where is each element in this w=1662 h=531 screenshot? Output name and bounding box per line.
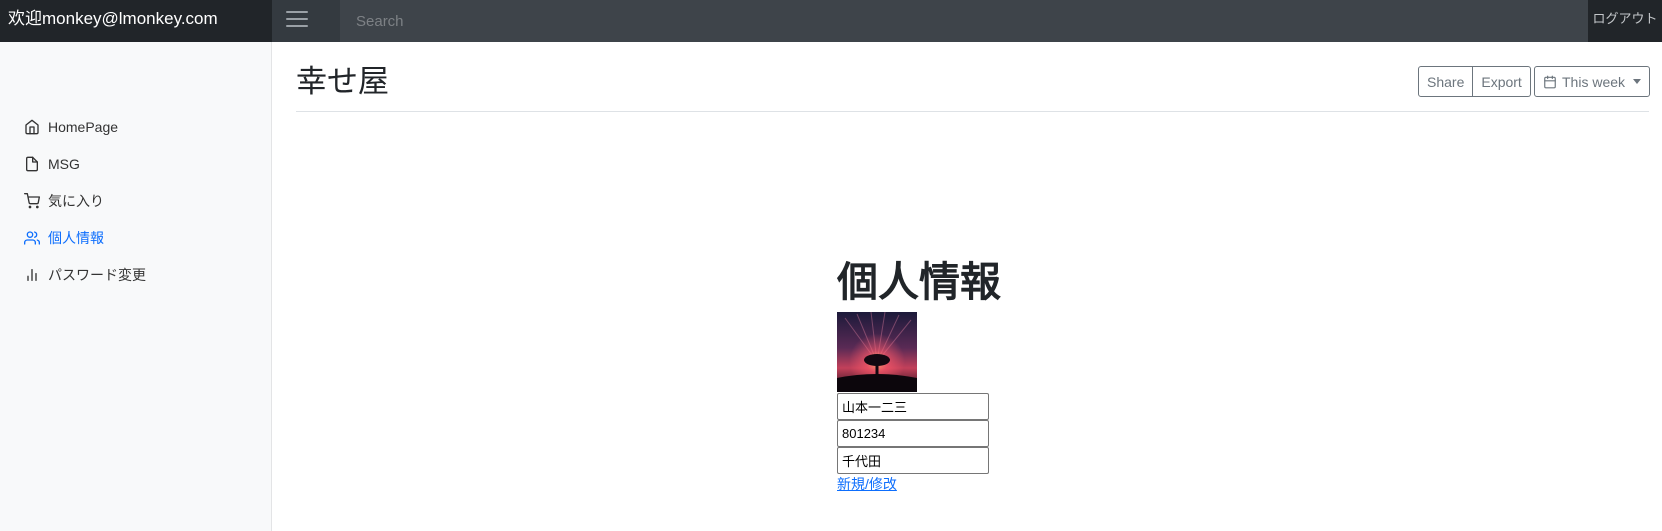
logout-link[interactable]: ログアウト [1588, 0, 1662, 42]
header-divider [296, 111, 1649, 112]
bar-chart-icon [27, 269, 37, 281]
calendar-icon [1544, 75, 1556, 88]
home-icon [25, 119, 39, 135]
menu-toggle-icon[interactable] [286, 11, 308, 29]
search-input[interactable] [340, 0, 1588, 42]
sidebar: HomePage MSG 気に入り 個人情報 パスワード変更 [0, 42, 272, 531]
export-button[interactable]: Export [1473, 66, 1531, 97]
postal-code-field[interactable] [837, 420, 989, 447]
avatar [837, 312, 917, 392]
cart-icon [24, 193, 40, 209]
period-dropdown-button[interactable]: This week [1534, 66, 1651, 97]
name-field[interactable] [837, 393, 989, 420]
avatar-image [837, 312, 917, 392]
share-export-group: Share Export [1418, 66, 1531, 97]
sidebar-item-label: 個人情報 [48, 230, 104, 246]
address-field[interactable] [837, 447, 989, 474]
sidebar-item-label: パスワード変更 [48, 267, 146, 283]
sidebar-item-label: 気に入り [48, 193, 104, 209]
sidebar-item-password[interactable]: パスワード変更 [24, 263, 146, 287]
share-button[interactable]: Share [1418, 66, 1474, 97]
sidebar-item-favorites[interactable]: 気に入り [24, 189, 104, 213]
caret-down-icon [1633, 79, 1642, 84]
sidebar-item-profile[interactable]: 個人情報 [24, 226, 104, 250]
sidebar-item-label: MSG [48, 156, 80, 172]
sidebar-item-homepage[interactable]: HomePage [24, 115, 118, 139]
users-icon [24, 231, 40, 245]
sidebar-item-msg[interactable]: MSG [24, 152, 80, 176]
file-icon [26, 156, 38, 172]
submit-link[interactable]: 新規/修改 [837, 474, 897, 494]
sidebar-item-label: HomePage [48, 119, 119, 135]
brand-welcome[interactable]: 欢迎monkey@lmonkey.com [0, 0, 272, 42]
top-navbar: 欢迎monkey@lmonkey.com ログアウト [0, 0, 1662, 42]
page-title: 幸せ屋 [296, 64, 389, 99]
profile-heading: 個人情報 [837, 259, 1001, 305]
period-label: This week [1562, 73, 1626, 90]
